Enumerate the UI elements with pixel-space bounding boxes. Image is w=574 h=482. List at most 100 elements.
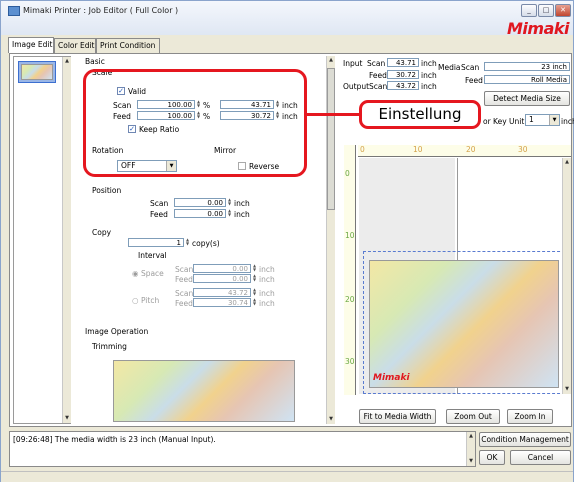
key-unit-select[interactable]: 1 ▼ bbox=[525, 114, 560, 126]
scroll-down-icon[interactable]: ▼ bbox=[467, 457, 475, 466]
callout-connector bbox=[305, 113, 360, 116]
space-unit: inch bbox=[259, 265, 275, 274]
layout-preview-canvas[interactable]: Mimaki bbox=[357, 158, 571, 394]
ruler-tick: 0 bbox=[360, 145, 365, 154]
layout-map-image[interactable] bbox=[369, 260, 559, 388]
position-scan-label: Scan bbox=[150, 199, 169, 208]
thumbnail-scrollbar[interactable]: ▲ ▼ bbox=[62, 57, 71, 423]
thumbnail-selected[interactable] bbox=[18, 61, 56, 83]
space-scan-label: Scan bbox=[175, 265, 194, 274]
input-scan-label: Scan bbox=[367, 59, 386, 68]
position-scan-spinner[interactable]: ▲ ▼ bbox=[227, 198, 232, 207]
status-bar bbox=[1, 471, 573, 482]
job-editor-window: Mimaki Printer : Job Editor ( Full Color… bbox=[0, 0, 574, 482]
pitch-feed-label: Feed bbox=[175, 299, 193, 308]
space-feed-spinner[interactable]: ▲ ▼ bbox=[252, 274, 257, 283]
pitch-feed-spinner[interactable]: ▲ ▼ bbox=[252, 298, 257, 307]
brand-logo: Mimaki bbox=[507, 19, 570, 38]
title-bar: Mimaki Printer : Job Editor ( Full Color… bbox=[1, 1, 573, 38]
scroll-up-icon[interactable]: ▲ bbox=[563, 158, 571, 167]
horizontal-ruler: 0 10 20 30 bbox=[358, 145, 571, 157]
ok-button[interactable]: OK bbox=[479, 450, 505, 465]
output-scan-value: 43.72 bbox=[387, 81, 419, 90]
key-unit-value: 1 bbox=[529, 115, 534, 124]
interval-label: Interval bbox=[138, 251, 167, 260]
scroll-up-icon[interactable]: ▲ bbox=[327, 56, 335, 65]
zoom-out-button[interactable]: Zoom Out bbox=[446, 409, 500, 424]
message-log: [09:26:48] The media width is 23 inch (M… bbox=[9, 431, 476, 467]
trimming-preview-image[interactable] bbox=[113, 360, 295, 422]
ruler-tick: 10 bbox=[413, 145, 423, 154]
space-label: Space bbox=[140, 269, 164, 278]
ruler-tick: 20 bbox=[345, 295, 355, 304]
vertical-ruler: 0 10 20 30 bbox=[344, 145, 356, 395]
key-unit-suffix: inch bbox=[561, 117, 574, 126]
key-unit-label: or Key Unit bbox=[483, 117, 525, 126]
condition-management-button[interactable]: Condition Management bbox=[479, 432, 571, 447]
chevron-down-icon[interactable]: ▼ bbox=[549, 115, 559, 125]
copy-count-field[interactable]: 1 bbox=[128, 238, 184, 247]
ruler-tick: 30 bbox=[518, 145, 528, 154]
tab-image-edit[interactable]: Image Edit bbox=[8, 37, 54, 53]
scroll-down-icon[interactable]: ▼ bbox=[327, 415, 335, 424]
tab-print-condition[interactable]: Print Condition bbox=[96, 38, 160, 53]
app-icon bbox=[8, 6, 20, 16]
position-unit: inch bbox=[234, 210, 250, 219]
input-scan-value: 43.71 bbox=[387, 58, 419, 67]
pitch-unit: inch bbox=[259, 299, 275, 308]
close-button[interactable]: ✕ bbox=[555, 4, 571, 17]
pitch-scan-spinner[interactable]: ▲ ▼ bbox=[252, 288, 257, 297]
scroll-thumb[interactable] bbox=[327, 68, 335, 210]
position-heading: Position bbox=[92, 186, 122, 195]
media-feed-label: Feed bbox=[465, 76, 483, 85]
pitch-radio[interactable]: ○ Pitch bbox=[132, 296, 159, 305]
space-feed-label: Feed bbox=[175, 275, 193, 284]
scroll-up-icon[interactable]: ▲ bbox=[63, 57, 71, 66]
copy-count-spinner[interactable]: ▲ ▼ bbox=[185, 238, 190, 247]
media-label: Media bbox=[438, 63, 461, 72]
settings-scrollbar[interactable]: ▲ ▼ bbox=[326, 56, 335, 424]
scroll-down-icon[interactable]: ▼ bbox=[563, 385, 571, 394]
pitch-scan-field[interactable]: 43.72 bbox=[193, 288, 251, 297]
log-scrollbar[interactable]: ▲ ▼ bbox=[466, 432, 475, 466]
media-feed-value: Roll Media bbox=[484, 75, 570, 84]
zoom-in-button[interactable]: Zoom In bbox=[507, 409, 553, 424]
trimming-heading: Trimming bbox=[92, 342, 127, 351]
space-feed-field[interactable]: 0.00 bbox=[193, 274, 251, 283]
input-feed-label: Feed bbox=[369, 71, 387, 80]
space-scan-field[interactable]: 0.00 bbox=[193, 264, 251, 273]
position-feed-label: Feed bbox=[150, 210, 168, 219]
pitch-label: Pitch bbox=[140, 296, 160, 305]
pitch-scan-label: Scan bbox=[175, 289, 194, 298]
scroll-up-icon[interactable]: ▲ bbox=[467, 432, 475, 441]
position-feed-field[interactable]: 0.00 bbox=[174, 209, 226, 218]
einstellung-callout: Einstellung bbox=[359, 100, 481, 129]
cancel-button[interactable]: Cancel bbox=[510, 450, 571, 465]
maximize-button[interactable]: □ bbox=[538, 4, 554, 17]
space-scan-spinner[interactable]: ▲ ▼ bbox=[252, 264, 257, 273]
log-message: [09:26:48] The media width is 23 inch (M… bbox=[13, 435, 216, 444]
scroll-down-icon[interactable]: ▼ bbox=[63, 414, 71, 423]
window-title: Mimaki Printer : Job Editor ( Full Color… bbox=[23, 6, 179, 15]
media-scan-value: 23 inch bbox=[484, 62, 570, 71]
position-scan-field[interactable]: 0.00 bbox=[174, 198, 226, 207]
minimize-button[interactable]: _ bbox=[521, 4, 537, 17]
basic-heading: Basic bbox=[85, 57, 105, 66]
copy-heading: Copy bbox=[92, 228, 112, 237]
ruler-tick: 10 bbox=[345, 231, 355, 240]
input-scan-unit: inch bbox=[421, 59, 437, 68]
ruler-tick: 0 bbox=[345, 169, 350, 178]
space-radio[interactable]: ◉ Space bbox=[132, 269, 164, 278]
pitch-unit: inch bbox=[259, 289, 275, 298]
pitch-feed-field[interactable]: 30.74 bbox=[193, 298, 251, 307]
map-brand-logo: Mimaki bbox=[373, 373, 410, 383]
ruler-tick: 20 bbox=[466, 145, 476, 154]
thumbnail-list[interactable]: ▲ ▼ bbox=[13, 56, 71, 424]
tab-color-edit[interactable]: Color Edit bbox=[54, 38, 96, 53]
position-feed-spinner[interactable]: ▲ ▼ bbox=[227, 209, 232, 218]
fit-to-media-width-button[interactable]: Fit to Media Width bbox=[359, 409, 436, 424]
canvas-scrollbar[interactable]: ▲ ▼ bbox=[562, 158, 571, 394]
detect-media-size-button[interactable]: Detect Media Size bbox=[484, 91, 570, 106]
output-scan-label: Scan bbox=[369, 82, 388, 91]
input-feed-unit: inch bbox=[421, 71, 437, 80]
